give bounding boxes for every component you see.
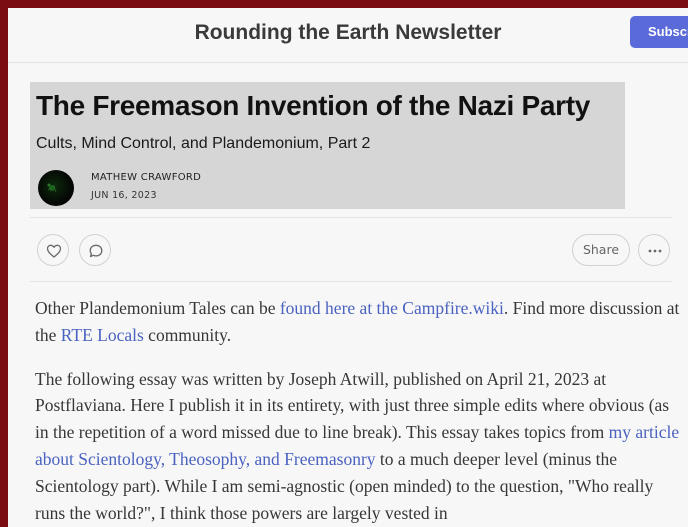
more-icon bbox=[648, 249, 662, 253]
divider bbox=[30, 217, 672, 218]
rte-locals-link[interactable]: RTE Locals bbox=[61, 325, 144, 345]
author-name[interactable]: MATHEW CRAWFORD bbox=[91, 172, 201, 183]
post-subtitle: Cults, Mind Control, and Plandemonium, P… bbox=[36, 135, 371, 152]
comment-button[interactable] bbox=[79, 234, 111, 266]
divider bbox=[30, 281, 672, 282]
share-button[interactable]: Share bbox=[572, 234, 630, 266]
text-run: The following essay was written by Josep… bbox=[35, 368, 670, 443]
author-avatar[interactable] bbox=[38, 170, 74, 206]
subscribe-button[interactable]: Subscribe bbox=[630, 16, 688, 48]
like-button[interactable] bbox=[37, 234, 69, 266]
avatar-image bbox=[47, 183, 57, 193]
more-button[interactable] bbox=[638, 234, 670, 266]
page-frame: Rounding the Earth Newsletter Subscribe … bbox=[8, 8, 688, 527]
top-bar: Rounding the Earth Newsletter Subscribe bbox=[8, 8, 688, 63]
post-body: Other Plandemonium Tales can be found he… bbox=[35, 295, 680, 526]
text-run: community. bbox=[143, 324, 232, 345]
post-header: The Freemason Invention of the Nazi Part… bbox=[30, 82, 625, 209]
comment-icon bbox=[89, 244, 103, 258]
paragraph: Other Plandemonium Tales can be found he… bbox=[35, 295, 680, 349]
heart-icon bbox=[46, 244, 62, 258]
paragraph: The following essay was written by Josep… bbox=[35, 366, 680, 527]
post-date: JUN 16, 2023 bbox=[91, 190, 157, 201]
text-run: Other Plandemonium Tales can be bbox=[35, 298, 280, 318]
publication-title[interactable]: Rounding the Earth Newsletter bbox=[8, 21, 688, 45]
campfire-wiki-link[interactable]: found here at the Campfire.wiki bbox=[280, 298, 504, 318]
post-title: The Freemason Invention of the Nazi Part… bbox=[36, 90, 591, 121]
